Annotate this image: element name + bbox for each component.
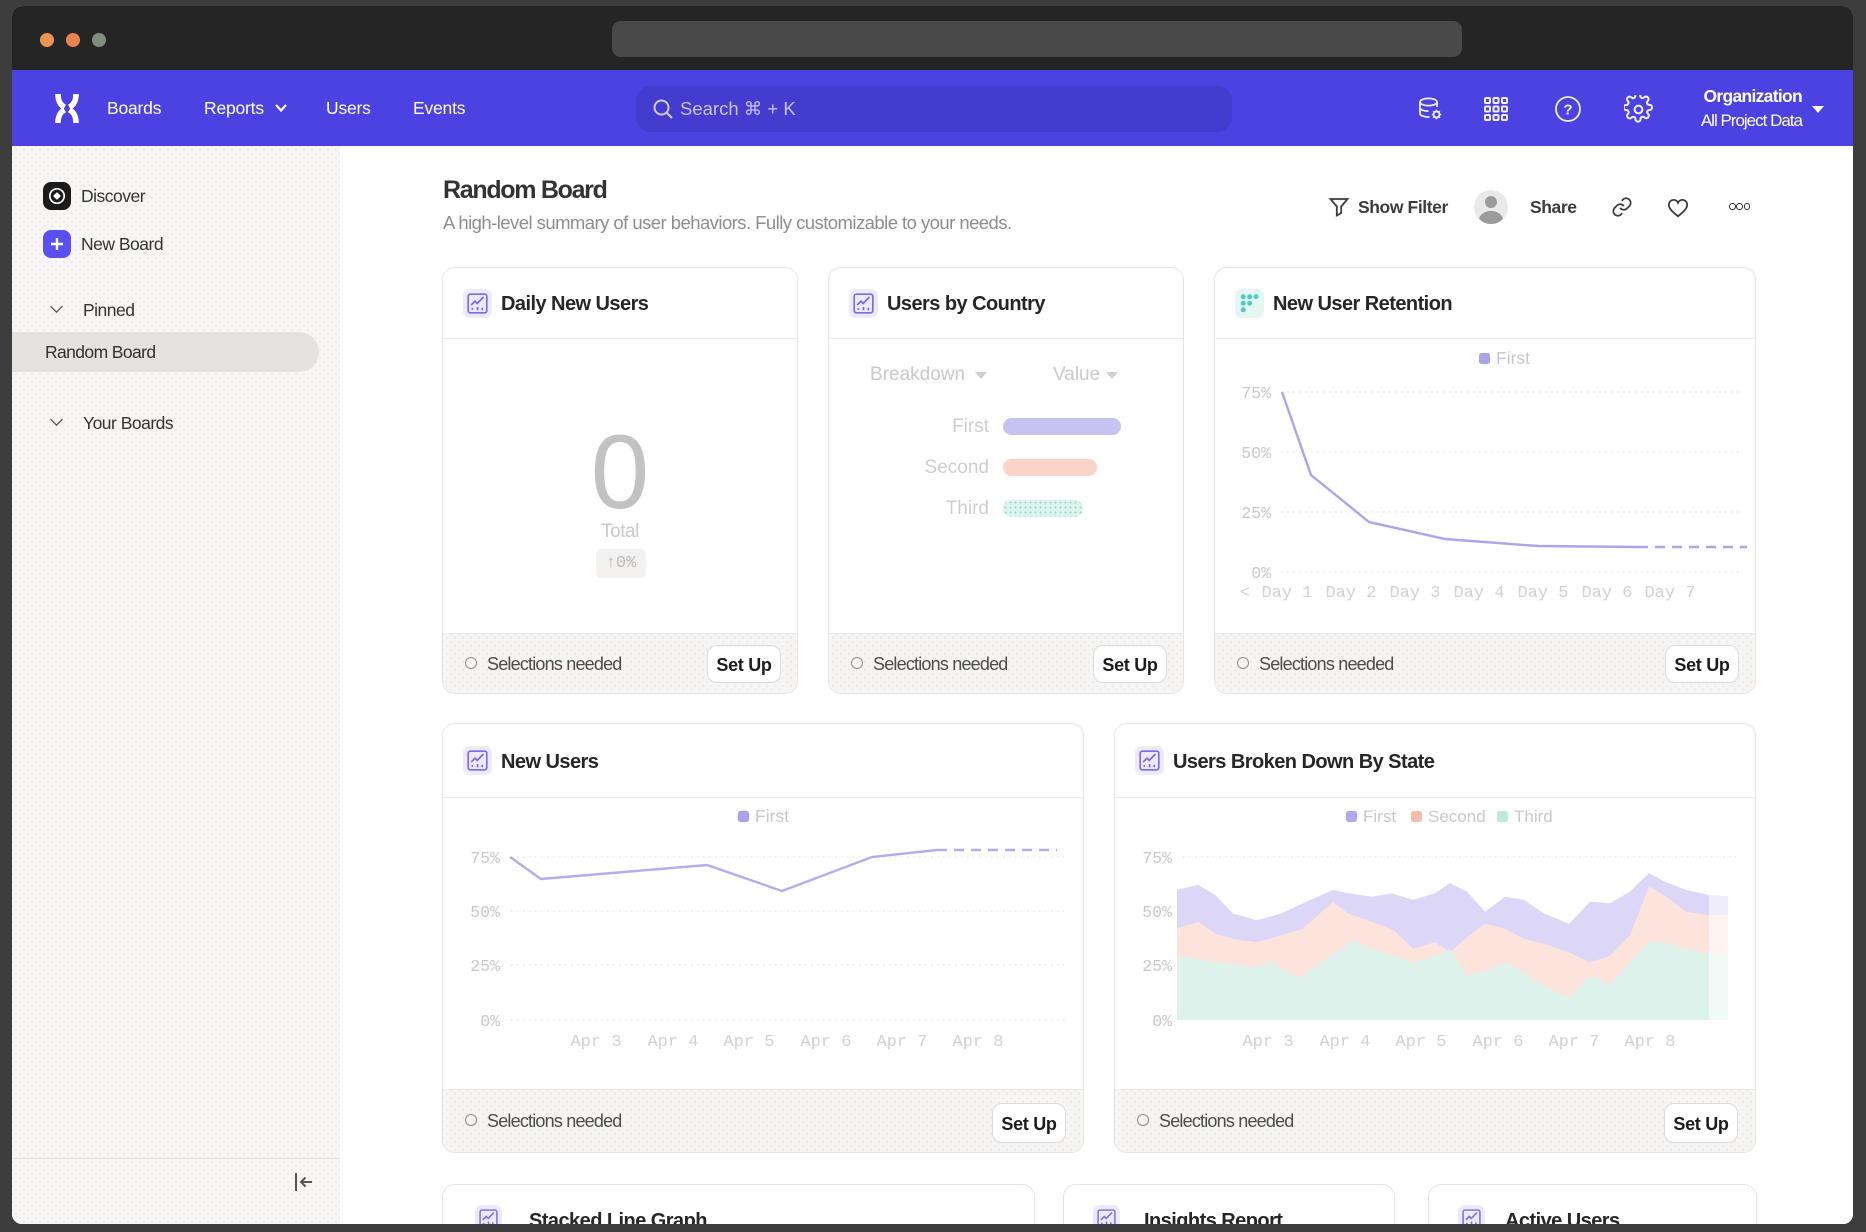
svg-text:25%: 25% [470, 957, 500, 976]
svg-text:Apr 6: Apr 6 [800, 1033, 851, 1052]
svg-text:Day 3: Day 3 [1389, 584, 1440, 603]
svg-text:50%: 50% [1142, 903, 1172, 922]
svg-text:Apr 5: Apr 5 [1395, 1033, 1446, 1052]
svg-text:Apr 6: Apr 6 [1472, 1033, 1523, 1052]
svg-text:Second: Second [1428, 807, 1486, 826]
svg-text:50%: 50% [1241, 444, 1271, 463]
svg-text:Day 2: Day 2 [1325, 584, 1376, 603]
svg-text:Apr 7: Apr 7 [1548, 1033, 1599, 1052]
svg-text:Apr 3: Apr 3 [1242, 1033, 1293, 1052]
svg-text:Day 4: Day 4 [1453, 584, 1504, 603]
svg-text:25%: 25% [1142, 957, 1172, 976]
svg-text:0%: 0% [1251, 564, 1271, 583]
svg-text:75%: 75% [1142, 849, 1172, 868]
svg-text:Apr 8: Apr 8 [1624, 1033, 1675, 1052]
svg-text:Apr 5: Apr 5 [723, 1033, 774, 1052]
svg-text:First: First [1363, 807, 1396, 826]
svg-text:First: First [755, 806, 789, 826]
svg-text:75%: 75% [470, 849, 500, 868]
svg-text:Day 1: Day 1 [1261, 584, 1312, 603]
svg-text:50%: 50% [470, 903, 500, 922]
svg-text:Apr 4: Apr 4 [1319, 1033, 1370, 1052]
svg-text:0%: 0% [480, 1012, 500, 1031]
svg-text:0%: 0% [1152, 1012, 1172, 1031]
svg-text:Third: Third [1514, 807, 1553, 826]
svg-text:?: ? [1563, 102, 1572, 119]
svg-text:Apr 7: Apr 7 [876, 1033, 927, 1052]
svg-text:Day 6: Day 6 [1581, 584, 1632, 603]
svg-text:<: < [1240, 584, 1250, 603]
svg-text:Day 7: Day 7 [1644, 584, 1695, 603]
svg-text:First: First [1496, 348, 1530, 368]
svg-text:Apr 4: Apr 4 [647, 1033, 698, 1052]
svg-text:Day 5: Day 5 [1517, 584, 1568, 603]
svg-text:25%: 25% [1241, 504, 1271, 523]
svg-text:75%: 75% [1241, 384, 1271, 403]
svg-text:Apr 3: Apr 3 [570, 1033, 621, 1052]
svg-text:Apr 8: Apr 8 [952, 1033, 1003, 1052]
